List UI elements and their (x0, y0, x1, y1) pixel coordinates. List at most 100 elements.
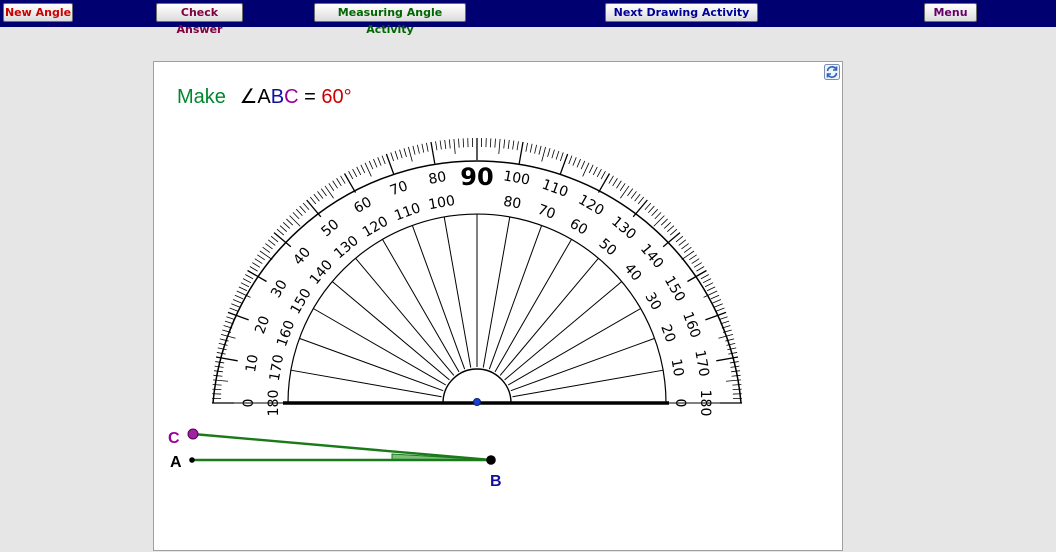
protractor-tick (552, 150, 555, 159)
angle-construction[interactable]: C A B (154, 422, 844, 552)
protractor-center-point[interactable] (474, 399, 481, 406)
point-b-label: B (490, 473, 502, 490)
protractor-tick (431, 142, 435, 164)
protractor-tick (667, 226, 674, 232)
protractor-tick (263, 247, 270, 252)
protractor-tick (526, 143, 528, 152)
task-prompt: Make ∠ABC = 60° (177, 84, 352, 109)
protractor-tick (449, 139, 450, 148)
protractor-tick (719, 317, 728, 320)
protractor-center-label: 90 (460, 163, 493, 191)
protractor-tick (519, 142, 523, 164)
protractor-tick (329, 183, 334, 190)
protractor-tick (337, 178, 342, 186)
protractor-tick (250, 267, 258, 272)
protractor-tick (694, 263, 702, 268)
protractor-tick (353, 169, 357, 177)
protractor-tick (583, 163, 589, 177)
protractor-tick (635, 194, 641, 201)
point-c-handle[interactable] (188, 429, 198, 439)
protractor-tick (539, 146, 541, 155)
protractor-tick (714, 304, 722, 307)
protractor-tick (400, 150, 403, 159)
protractor-tick (517, 141, 518, 150)
protractor-tick (589, 165, 593, 173)
protractor-tick (504, 139, 505, 148)
protractor-tick (569, 156, 572, 164)
protractor-tick (404, 148, 406, 157)
protractor-tick (300, 206, 306, 213)
protractor-tick (676, 236, 683, 242)
protractor-tick (703, 279, 711, 283)
protractor-tick (417, 145, 419, 154)
protractor-tick (560, 154, 568, 175)
ray-bc[interactable] (193, 434, 491, 460)
protractor-tick (296, 209, 302, 216)
protractor-tick (508, 140, 509, 149)
protractor-tick (265, 244, 272, 249)
protractor-tick (627, 189, 632, 196)
protractor-tick (231, 304, 239, 307)
protractor-tick (684, 247, 691, 252)
protractor-tick (314, 194, 320, 201)
protractor-tick (255, 259, 263, 264)
protractor-tick (440, 141, 441, 150)
protractor-tick (230, 308, 238, 311)
protractor-tick (369, 161, 373, 169)
protractor-tick (290, 216, 301, 227)
next-drawing-activity-button[interactable]: Next Drawing Activity (605, 3, 758, 22)
protractor-tick (245, 275, 253, 279)
new-angle-button[interactable]: New Angle (3, 3, 73, 22)
protractor-tick (573, 157, 576, 165)
protractor-tick (707, 287, 715, 291)
protractor-tick (613, 178, 618, 186)
point-a-label: A (170, 454, 182, 471)
point-a[interactable] (189, 457, 195, 463)
protractor-tick (280, 226, 287, 232)
prompt-vertex-a: A (257, 86, 270, 108)
protractor-tick (682, 251, 694, 260)
protractor-tick (454, 139, 455, 154)
drawing-panel[interactable]: Make ∠ABC = 60° 180017010160201503014040… (153, 61, 843, 551)
protractor-tick (395, 151, 398, 160)
protractor-tick (711, 295, 719, 299)
protractor-tick (239, 287, 247, 291)
protractor-tick (333, 181, 338, 189)
protractor-inner-number: 0 (672, 399, 688, 408)
protractor-tick (268, 240, 275, 246)
point-c-label: C (168, 430, 180, 447)
protractor-outer-number: 80 (427, 169, 447, 188)
menu-button[interactable]: Menu (924, 3, 977, 22)
protractor-tick (716, 308, 724, 311)
protractor-tick (620, 183, 625, 190)
protractor-tick (283, 222, 290, 228)
refresh-icon[interactable] (824, 64, 840, 80)
protractor-inner-number: 80 (502, 194, 522, 213)
top-toolbar: New Angle Check Answer Measuring Angle A… (0, 0, 1056, 27)
protractor-tick (535, 145, 537, 154)
protractor-tick (601, 171, 605, 179)
angle-symbol: ∠ (239, 86, 257, 108)
protractor-tick (386, 154, 394, 175)
protractor-tick (654, 216, 665, 227)
protractor-tick (257, 255, 264, 260)
protractor-tick (652, 209, 658, 216)
check-answer-button[interactable]: Check Answer (156, 3, 243, 22)
protractor[interactable]: 1800170101602015030140401305012060110701… (211, 129, 743, 419)
protractor-tick (655, 212, 661, 218)
protractor-tick (226, 317, 235, 320)
protractor-tick (349, 171, 353, 179)
protractor-tick (577, 159, 581, 167)
protractor-tick (661, 219, 667, 225)
protractor-outer-number: 180 (697, 390, 713, 417)
protractor-tick (271, 236, 278, 242)
prompt-equals: = (299, 86, 322, 108)
protractor-inner-number: 10 (667, 358, 686, 378)
measuring-angle-activity-button[interactable]: Measuring Angle Activity (314, 3, 466, 22)
protractor-tick (638, 197, 644, 204)
protractor-tick (413, 146, 415, 155)
point-b[interactable] (486, 455, 496, 465)
protractor-tick (645, 203, 651, 210)
protractor-tick (459, 139, 460, 148)
protractor-tick (391, 152, 394, 161)
